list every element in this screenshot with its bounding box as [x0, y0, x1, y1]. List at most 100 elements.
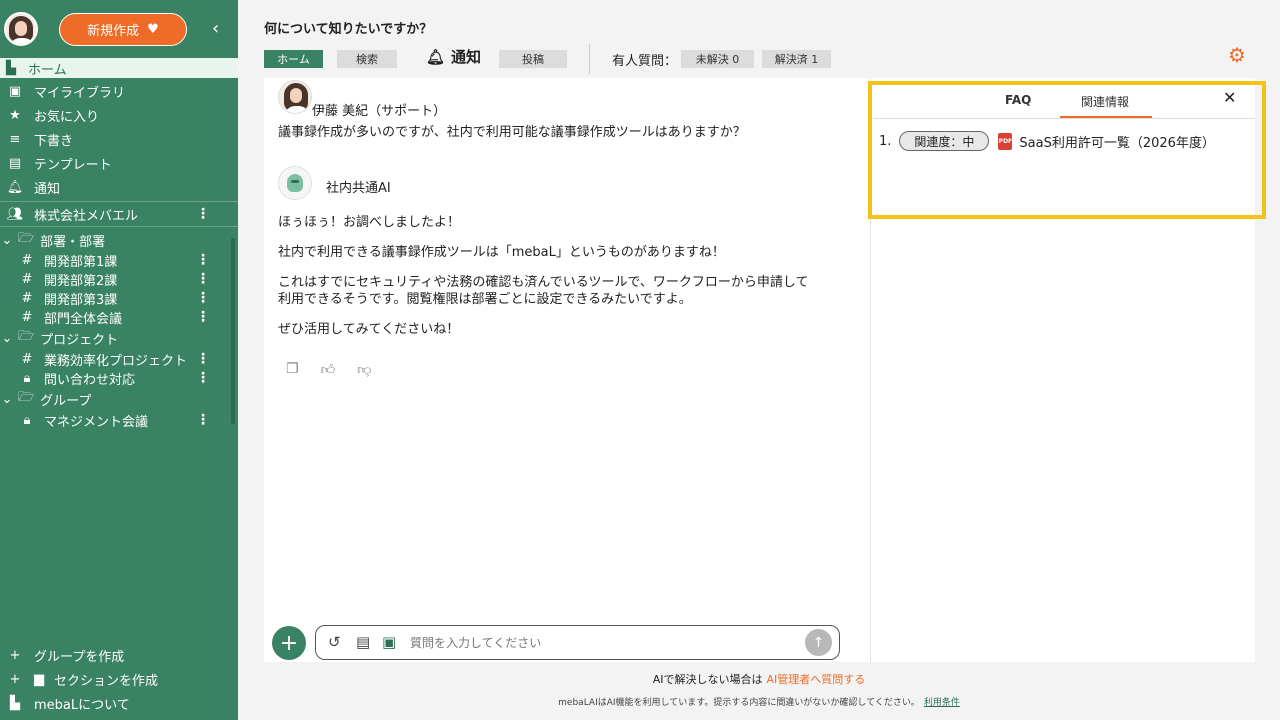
more-options-icon[interactable]: ⋮ — [196, 207, 210, 221]
sidebar-item-templates[interactable]: ▤ テンプレート — [0, 152, 238, 174]
history-icon[interactable]: ↺ — [328, 633, 341, 651]
sidebar-section-groups[interactable]: ⌄ 🗁︎ グループ — [0, 388, 238, 410]
sidebar: 新規作成 ♥ ‹ ▙ ホーム ▣ マイライブラリ ★ お気に入り ≡ 下書き ▤… — [0, 0, 238, 720]
sidebar-divider — [0, 226, 238, 227]
star-icon: ★ — [9, 107, 21, 123]
user-avatar — [278, 80, 312, 114]
sidebar-item-channel[interactable]: # 部門全体会議 ⋮ — [0, 306, 238, 328]
more-options-icon[interactable]: ⋮ — [196, 253, 210, 267]
folder-icon: 🗁︎ — [18, 390, 35, 405]
answer-line: ぜひ活用してみてくださいね！ — [278, 322, 460, 337]
terms-link[interactable]: 利用条件 — [924, 698, 960, 708]
user-question: 議事録作成が多いのですが、社内で利用可能な議事録作成ツールはありますか？ — [278, 125, 746, 140]
page-title: 何について知りたいですか？ — [264, 22, 433, 37]
more-options-icon[interactable]: ⋮ — [196, 352, 210, 366]
sidebar-item-label: 開発部第2課 — [44, 273, 118, 289]
sidebar-item-label: 開発部第1課 — [44, 254, 118, 270]
sidebar-scrollbar[interactable] — [231, 238, 235, 424]
sidebar-item-label: マイライブラリ — [34, 85, 126, 101]
sidebar-item-label: お気に入り — [34, 109, 100, 125]
question-input-box: ↺ ▤ ▣ ↑ — [315, 625, 840, 660]
heart-icon: ♥ — [147, 22, 159, 37]
template-icon: ▤ — [8, 155, 22, 171]
collapse-sidebar-icon[interactable]: ‹ — [212, 18, 219, 39]
sidebar-item-label: ホーム — [28, 62, 67, 78]
more-options-icon[interactable]: ⋮ — [196, 291, 210, 305]
new-create-button[interactable]: 新規作成 ♥ — [59, 13, 187, 46]
folder-icon: 🗁︎ — [18, 231, 35, 246]
ai-sender: 社内共通AI — [326, 181, 391, 196]
sidebar-section-label: プロジェクト — [40, 332, 119, 348]
sidebar-divider — [0, 201, 238, 202]
tab-notify[interactable]: 🔔︎ 通知 — [426, 46, 481, 67]
sidebar-item-library[interactable]: ▣ マイライブラリ — [0, 80, 238, 102]
chevron-down-icon: ⌄ — [1, 391, 13, 407]
more-options-icon[interactable]: ⋮ — [196, 371, 210, 385]
tab-search[interactable]: 検索 — [337, 50, 397, 68]
plus-icon: + — [9, 647, 21, 663]
chat-panel: 伊藤 美紀（サポート） 議事録作成が多いのですが、社内で利用可能な議事録作成ツー… — [264, 78, 870, 662]
book-icon: ▙ — [6, 60, 16, 76]
question-input[interactable] — [410, 633, 790, 653]
tab-post[interactable]: 投稿 — [499, 50, 567, 68]
hash-icon: # — [21, 309, 33, 325]
hash-icon: # — [21, 271, 33, 287]
image-add-icon[interactable]: ▣ — [382, 633, 396, 651]
footer-escalation: AIで解決しない場合は AI管理者へ質問する — [0, 671, 1280, 687]
gear-icon[interactable]: ⚙ — [1228, 43, 1246, 67]
more-options-icon[interactable]: ⋮ — [196, 413, 210, 427]
sidebar-item-label: 開発部第3課 — [44, 292, 118, 308]
ask-admin-link[interactable]: AI管理者へ質問する — [767, 673, 866, 686]
sidebar-item-channel-locked[interactable]: 🔒︎ 問い合わせ対応 ⋮ — [0, 367, 238, 389]
unresolved-badge[interactable]: 未解決 0 — [681, 50, 754, 68]
more-options-icon[interactable]: ⋮ — [196, 272, 210, 286]
sidebar-item-label: 通知 — [34, 181, 61, 197]
bell-icon: 🔔︎ — [426, 47, 446, 66]
sidebar-item-company[interactable]: 👥︎ 株式会社メバエル ⋮ — [0, 203, 238, 225]
sidebar-item-drafts[interactable]: ≡ 下書き — [0, 128, 238, 150]
sidebar-item-label: 業務効率化プロジェクト — [44, 353, 188, 369]
footer-text: AIで解決しない場合は — [652, 673, 763, 686]
resolved-badge[interactable]: 解決済 1 — [762, 50, 831, 68]
sidebar-section-projects[interactable]: ⌄ 🗁︎ プロジェクト — [0, 327, 238, 349]
create-group-label: グループを作成 — [34, 649, 125, 665]
sidebar-item-notifications[interactable]: 🔔︎ 通知 — [0, 176, 238, 198]
sidebar-item-label: 株式会社メバエル — [34, 208, 139, 224]
template-icon[interactable]: ▤ — [356, 633, 370, 651]
sidebar-section-label: 部署・部署 — [40, 234, 106, 250]
sidebar-item-home[interactable]: ▙ ホーム — [0, 58, 238, 78]
sidebar-header: 新規作成 ♥ ‹ — [0, 0, 238, 58]
thumbs-down-icon[interactable]: 👎︎ — [357, 361, 371, 378]
sidebar-item-channel-locked[interactable]: 🔒︎ マネジメント会議 ⋮ — [0, 409, 238, 431]
bell-icon: 🔔︎ — [6, 179, 24, 195]
thumbs-up-icon[interactable]: 👍︎ — [321, 361, 336, 378]
sidebar-item-label: 下書き — [34, 133, 74, 149]
sidebar-item-label: 部門全体会議 — [44, 311, 123, 327]
tab-home[interactable]: ホーム — [264, 50, 323, 68]
message-actions: ❐ 👍︎ 👎︎ — [286, 361, 371, 378]
tab-notify-label: 通知 — [451, 48, 482, 66]
more-options-icon[interactable]: ⋮ — [196, 310, 210, 324]
sidebar-section-label: グループ — [40, 393, 92, 409]
copy-icon[interactable]: ❐ — [286, 361, 299, 378]
people-question-label: 有人質問： — [612, 54, 678, 69]
sidebar-item-favorites[interactable]: ★ お気に入り — [0, 104, 238, 126]
add-button[interactable]: + — [272, 626, 306, 660]
message-sender: 伊藤 美紀（サポート） — [312, 104, 447, 119]
header-divider — [589, 44, 590, 74]
draft-icon: ≡ — [9, 131, 21, 147]
answer-line: 利用できるそうです。閲覧権限は部署ごとに設定できるみたいですよ。 — [278, 292, 692, 307]
chevron-down-icon: ⌄ — [1, 232, 13, 248]
folder-icon: 🗁︎ — [18, 329, 35, 344]
sidebar-section-departments[interactable]: ⌄ 🗁︎ 部署・部署 — [0, 229, 238, 251]
answer-line: 社内で利用できる議事録作成ツールは「mebaL」というものがありますね！ — [278, 245, 725, 260]
hash-icon: # — [21, 351, 33, 367]
lock-icon: 🔒︎ — [23, 370, 31, 386]
footer-disclaimer: mebaLAIはAI機能を利用しています。提示する内容に間違いがないか確認してく… — [0, 695, 1280, 708]
ai-avatar — [278, 166, 312, 200]
highlight-frame — [868, 81, 1266, 219]
send-button[interactable]: ↑ — [805, 629, 832, 656]
user-avatar[interactable] — [4, 12, 38, 46]
create-group-button[interactable]: + グループを作成 — [0, 644, 238, 666]
library-icon: ▣ — [8, 83, 22, 99]
